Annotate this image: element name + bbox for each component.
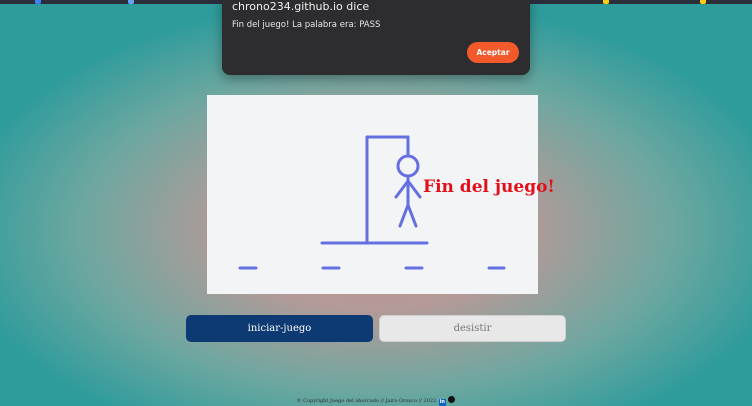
folder-icon[interactable] (700, 0, 706, 4)
game-over-message: Fin del juego! (423, 177, 555, 197)
hangman-right-leg (406, 203, 418, 228)
game-board: Fin del juego! (207, 95, 555, 294)
alert-message: Fin del juego! La palabra era: PASS (232, 20, 381, 30)
footer: © Copyright Juego del ahorcado // Jairo … (0, 396, 752, 406)
hangman-right-arm (406, 179, 422, 199)
give-up-button[interactable]: desistir (379, 315, 566, 342)
start-game-button[interactable]: iniciar-juego (186, 315, 373, 342)
accept-button[interactable]: Aceptar (467, 42, 519, 63)
bookmark-icon[interactable] (35, 0, 41, 4)
bookmark-icon[interactable] (128, 0, 134, 4)
hangman-left-leg (398, 203, 410, 228)
hangman-left-arm (394, 179, 410, 199)
alert-title: chrono234.github.io dice (232, 0, 370, 13)
alert-dialog: chrono234.github.io dice Fin del juego! … (222, 0, 530, 75)
copyright-text: © Copyright Juego del ahorcado // Jairo … (296, 398, 437, 404)
linkedin-icon[interactable]: in (438, 399, 446, 406)
folder-icon[interactable] (603, 0, 609, 4)
hangman-head (396, 154, 420, 178)
github-icon[interactable] (448, 396, 456, 403)
